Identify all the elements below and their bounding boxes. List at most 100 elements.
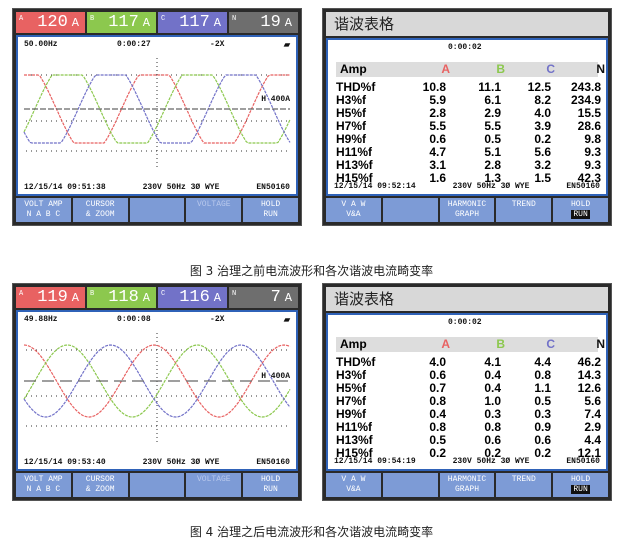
function-key-2[interactable]: CURSOR & ZOOM <box>72 473 128 497</box>
key-line2-text: V&A <box>346 485 361 494</box>
function-keys: V A W V&A HARMONIC GRAPH TREND HOLD RUN <box>326 473 608 497</box>
key-line2: V&A <box>326 485 381 495</box>
phase-label: B <box>90 290 95 298</box>
reading-value: 116 <box>179 288 210 307</box>
function-key-4[interactable]: VOLTAGE <box>186 473 242 497</box>
figure-caption: 图 3 治理之前电流波形和各次谐波电流畸变率 <box>189 264 434 278</box>
function-key-5[interactable]: HOLD RUN <box>553 198 608 222</box>
reading-value: 117 <box>108 13 139 32</box>
function-key-1[interactable]: VOLT AMP N A B C <box>16 198 71 222</box>
key-line1: TREND <box>511 200 536 209</box>
status-item: -2X <box>210 315 225 324</box>
status-bottom: 12/15/14 09:53:40 230V 50Hz 3Ø WYE EN50160 <box>24 458 290 467</box>
function-key-3[interactable] <box>129 473 185 497</box>
function-key-2[interactable] <box>382 198 438 222</box>
scale-label: H 400A <box>261 372 290 381</box>
status-item: -2X <box>210 40 225 49</box>
function-key-5[interactable]: HOLD RUN <box>243 198 298 222</box>
reading-value: 117 <box>179 13 210 32</box>
reading-unit: A <box>284 16 292 30</box>
key-line1: V A W <box>341 200 366 209</box>
header-cell: N <box>596 62 605 76</box>
table-row: H5%f 0.7 0.4 1.1 12.6 <box>336 382 601 395</box>
harmonics-screen: 0:00:02 Amp A B C N THD%f 4.0 4.1 4.4 46.2 H3%f 0.6 0… <box>326 313 608 471</box>
function-key-1[interactable]: V A W V&A <box>326 473 381 497</box>
phase-label: A <box>19 290 24 298</box>
function-key-3[interactable]: HARMONIC GRAPH <box>439 473 495 497</box>
reading-value: 118 <box>108 288 139 307</box>
key-line1: HOLD <box>570 475 591 484</box>
reading-unit: A <box>142 16 150 30</box>
table-row: H13%f 0.5 0.6 0.6 4.4 <box>336 434 601 447</box>
key-line2-text: GRAPH <box>454 210 479 219</box>
reading-unit: A <box>142 291 150 305</box>
function-key-3[interactable]: HARMONIC GRAPH <box>439 198 495 222</box>
table-header: Amp A B C N <box>336 62 605 77</box>
function-key-1[interactable]: VOLT AMP N A B C <box>16 473 71 497</box>
table-row: H13%f 3.1 2.8 3.2 9.3 <box>336 159 601 172</box>
status-top: 50.00Hz 0:00:27 -2X ▰ <box>24 40 290 50</box>
key-line2: & ZOOM <box>85 210 115 219</box>
status-item: 12/15/14 09:52:14 <box>334 182 416 191</box>
function-key-4[interactable]: TREND <box>496 198 552 222</box>
header-cell: B <box>496 62 505 76</box>
key-line1: VOLT AMP <box>24 200 63 209</box>
harmonics-title: 谐波表格 <box>326 287 608 311</box>
header-cell: C <box>546 337 555 351</box>
status-item: 0:00:27 <box>117 40 151 49</box>
function-key-2[interactable] <box>382 473 438 497</box>
key-line2: RUN <box>553 485 608 495</box>
phase-readings: A 119 A B 118 A C 116 A N 7 A <box>16 287 298 308</box>
header-cell: A <box>441 62 450 76</box>
function-key-2[interactable]: CURSOR & ZOOM <box>72 198 128 222</box>
status-item: EN50160 <box>256 458 290 467</box>
status-item: EN50160 <box>566 457 600 466</box>
header-cell: Amp <box>340 62 367 76</box>
reading-C: C 116 A <box>158 287 227 308</box>
key-line1: CURSOR <box>85 200 115 209</box>
key-line2: & ZOOM <box>85 485 115 494</box>
table-row: H9%f 0.6 0.5 0.2 9.8 <box>336 133 601 146</box>
phase-readings: A 120 A B 117 A C 117 A N 19 A <box>16 12 298 33</box>
function-keys: VOLT AMP N A B C CURSOR & ZOOM VOLTAGE HOLD RU… <box>16 198 298 222</box>
key-line2: GRAPH <box>440 485 495 495</box>
reading-unit: A <box>71 291 79 305</box>
phase-label: N <box>232 290 237 298</box>
table-row: H3%f 5.9 6.1 8.2 234.9 <box>336 94 601 107</box>
status-bottom: 12/15/14 09:52:14 230V 50Hz 3Ø WYE EN50160 <box>334 182 600 191</box>
reading-value: 120 <box>37 13 68 32</box>
key-line1: HARMONIC <box>447 200 487 209</box>
key-line1: V A W <box>341 475 366 484</box>
status-item: 230V 50Hz 3Ø WYE <box>452 182 530 191</box>
table-header: Amp A B C N <box>336 337 605 352</box>
battery-icon: ▰ <box>283 41 290 50</box>
table-row: H11%f 4.7 5.1 5.6 9.3 <box>336 146 601 159</box>
function-key-4[interactable]: VOLTAGE <box>186 198 242 222</box>
status-item: EN50160 <box>256 183 290 192</box>
status-item: 230V 50Hz 3Ø WYE <box>142 183 220 192</box>
status-top: 49.88Hz 0:00:08 -2X ▰ <box>24 315 290 325</box>
function-key-4[interactable]: TREND <box>496 473 552 497</box>
function-key-3[interactable] <box>129 198 185 222</box>
function-key-1[interactable]: V A W V&A <box>326 198 381 222</box>
key-line2-text: RUN <box>571 485 590 494</box>
header-cell: B <box>496 337 505 351</box>
status-item: 12/15/14 09:51:38 <box>24 183 106 192</box>
scope-panel: A 120 A B 117 A C 117 A N 19 A 50.00Hz 0:00:27 -2X ▰ H 4… <box>12 8 302 226</box>
key-line1: VOLT AMP <box>24 475 63 484</box>
table-row: H7%f 0.8 1.0 0.5 5.6 <box>336 395 601 408</box>
header-cell: Amp <box>340 337 367 351</box>
phase-label: C <box>161 290 166 298</box>
key-line1: HOLD <box>260 475 281 484</box>
header-cell: A <box>441 337 450 351</box>
function-key-5[interactable]: HOLD RUN <box>243 473 298 497</box>
phase-label: A <box>19 15 24 23</box>
header-cell: N <box>596 337 605 351</box>
harmonics-screen: 0:00:02 Amp A B C N THD%f 10.8 11.1 12.5 243.8 H3%f… <box>326 38 608 196</box>
function-key-5[interactable]: HOLD RUN <box>553 473 608 497</box>
status-bottom: 12/15/14 09:51:38 230V 50Hz 3Ø WYE EN50160 <box>24 183 290 192</box>
key-line2: RUN <box>553 210 608 220</box>
phase-label: B <box>90 15 95 23</box>
reading-B: B 117 A <box>87 12 156 33</box>
key-line2-text: V&A <box>346 210 361 219</box>
